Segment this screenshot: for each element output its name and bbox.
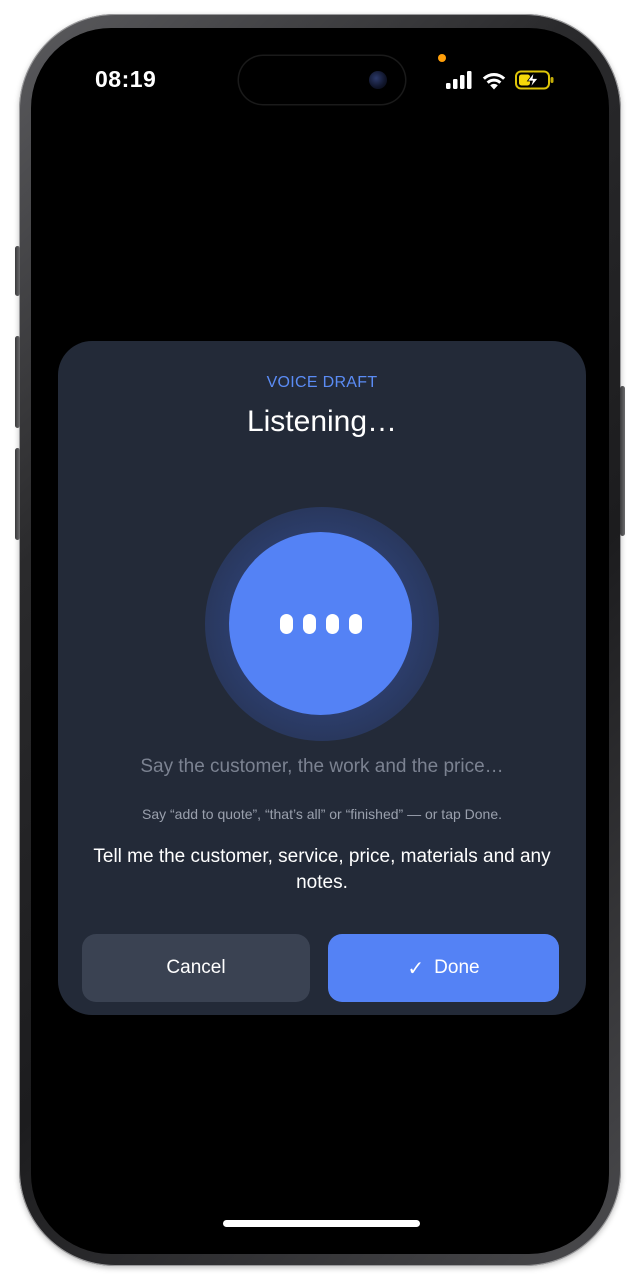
sheet-eyebrow: VOICE DRAFT bbox=[266, 374, 378, 391]
cellular-signal-icon bbox=[446, 71, 472, 89]
listening-dots-icon bbox=[279, 613, 362, 634]
sheet-title: Listening… bbox=[246, 405, 398, 438]
listening-indicator-button[interactable] bbox=[229, 532, 412, 715]
wifi-icon bbox=[482, 72, 506, 89]
home-indicator[interactable] bbox=[223, 1220, 420, 1227]
done-button-label: Done bbox=[434, 957, 480, 978]
checkmark-icon: ✓ bbox=[407, 956, 425, 980]
dynamic-island bbox=[239, 56, 405, 104]
status-time: 08:19 bbox=[95, 66, 157, 92]
battery-charging-icon bbox=[515, 70, 554, 90]
volume-down-button bbox=[15, 448, 20, 540]
dot bbox=[302, 613, 316, 634]
cancel-button[interactable]: Cancel bbox=[82, 934, 310, 1002]
dot bbox=[348, 613, 362, 634]
privacy-indicator-dot bbox=[438, 54, 446, 62]
done-button[interactable]: ✓ Done bbox=[328, 934, 559, 1002]
front-camera-icon bbox=[369, 71, 387, 89]
status-icons bbox=[445, 68, 555, 92]
power-button bbox=[620, 386, 625, 536]
action-button bbox=[15, 246, 20, 296]
phone-screen: 08:19 VOICE DRAFT Listening… Say the cus… bbox=[31, 28, 609, 1254]
voice-draft-sheet: VOICE DRAFT Listening… Say the customer,… bbox=[58, 341, 586, 1015]
dot bbox=[325, 613, 339, 634]
dot bbox=[279, 613, 293, 634]
volume-up-button bbox=[15, 336, 20, 428]
cancel-button-label: Cancel bbox=[166, 957, 226, 978]
instruction-text: Tell me the customer, service, price, ma… bbox=[93, 846, 551, 893]
listening-prompt: Say the customer, the work and the price… bbox=[140, 756, 504, 777]
voice-commands-hint: Say “add to quote”, “that’s all” or “fin… bbox=[141, 806, 503, 822]
